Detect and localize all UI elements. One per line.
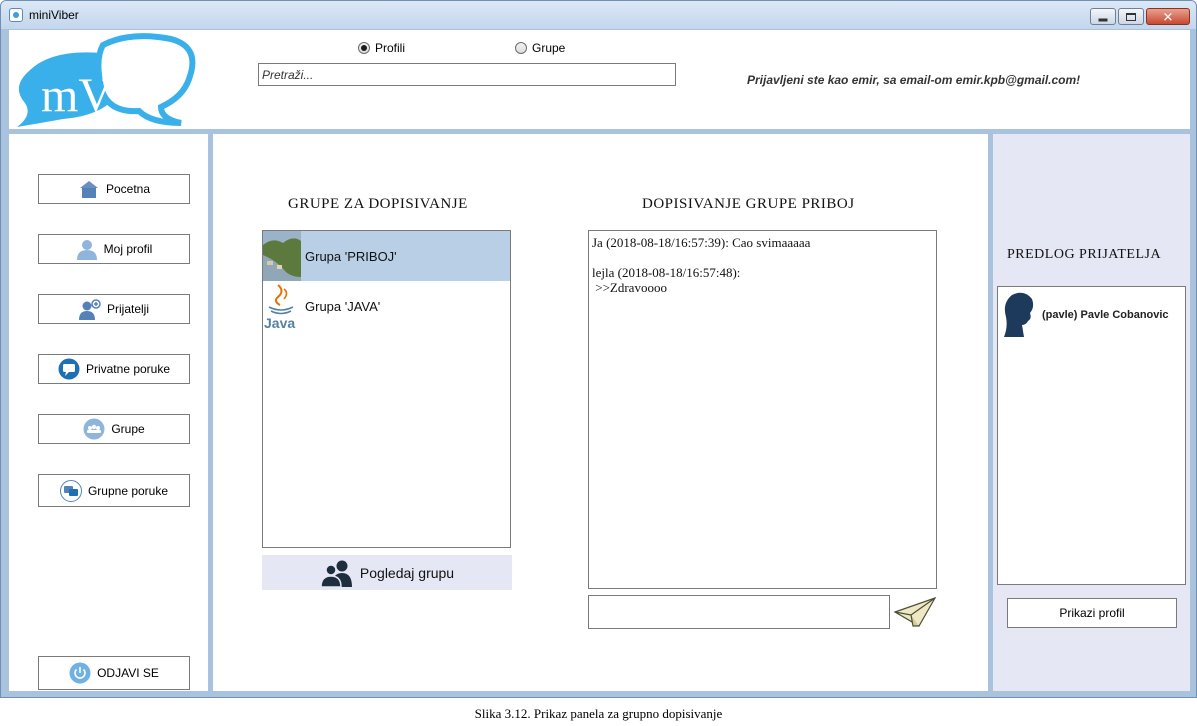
figure-caption: Slika 3.12. Prikaz panela za grupno dopi…	[474, 706, 723, 721]
chat-line: lejla (2018-08-18/16:57:48):	[592, 265, 741, 280]
suggested-friend-item[interactable]: (pavle) Pavle Cobanovic	[1002, 291, 1169, 339]
friends-icon	[78, 299, 101, 320]
show-profile-button[interactable]: Prikazi profil	[1007, 598, 1177, 628]
nav-label-privatne-poruke: Privatne poruke	[85, 362, 171, 376]
header-panel: mV Profili Grupe Prijavljeni ste kao emi…	[9, 30, 1190, 129]
chat-history[interactable]: Ja (2018-08-18/16:57:39): Cao svimaaaaa …	[588, 230, 937, 589]
radio-grupe-indicator[interactable]	[515, 42, 527, 54]
close-button[interactable]: ✕	[1146, 8, 1190, 25]
radio-grupe-label: Grupe	[532, 41, 566, 55]
group-messages-icon	[59, 479, 82, 502]
group-item-label: Grupa 'JAVA'	[305, 298, 381, 314]
nav-label-grupe: Grupe	[111, 422, 145, 436]
maximize-button[interactable]	[1118, 8, 1144, 25]
chat-bubble-icon	[58, 358, 80, 380]
nav-button-moj-profil[interactable]: Moj profil	[38, 234, 190, 264]
group-item-java[interactable]: Java Grupa 'JAVA'	[263, 281, 510, 331]
nav-label-grupne-poruke: Grupne poruke	[87, 483, 169, 498]
landscape-thumbnail	[263, 231, 301, 281]
suggested-friend-label: (pavle) Pavle Cobanovic	[1042, 309, 1169, 321]
chat-line: Ja (2018-08-18/16:57:39): Cao svimaaaaa	[592, 235, 811, 250]
groups-title: GRUPE ZA DOPISIVANJE	[288, 196, 468, 212]
close-icon: ✕	[1162, 9, 1174, 24]
search-input[interactable]	[258, 63, 676, 86]
minimize-button[interactable]	[1090, 8, 1116, 25]
nav-button-prijatelji[interactable]: Prijatelji	[38, 294, 190, 324]
chat-line: >>Zdravoooo	[592, 280, 667, 295]
profile-silhouette-icon	[1004, 292, 1034, 337]
nav-button-grupne-poruke[interactable]: Grupne poruke	[38, 474, 190, 507]
home-icon	[79, 181, 98, 198]
radio-grupe[interactable]: Grupe	[515, 41, 565, 55]
miniviber-logo: mV	[17, 33, 196, 127]
logout-label: ODJAVI SE	[97, 666, 159, 680]
nav-label-moj-profil: Moj profil	[103, 242, 153, 256]
user-icon	[76, 240, 97, 260]
group-icon	[83, 418, 105, 440]
group-item-priboj[interactable]: Grupa 'PRIBOJ'	[263, 231, 510, 281]
suggestions-title: PREDLOG PRIJATELJA	[1007, 247, 1162, 262]
chat-line	[592, 250, 933, 265]
radio-profili-label: Profili	[375, 41, 406, 55]
maximize-icon	[1126, 12, 1136, 21]
java-logo: Java	[264, 284, 295, 331]
nav-button-privatne-poruke[interactable]: Privatne poruke	[38, 354, 190, 384]
app-icon	[9, 8, 23, 22]
logout-button[interactable]: ODJAVI SE	[38, 656, 190, 690]
chat-title: DOPISIVANJE GRUPE PRIBOJ	[642, 196, 855, 212]
logo-text: mV	[41, 69, 113, 122]
paper-plane-icon	[893, 596, 937, 627]
login-status-text: Prijavljeni ste kao emir, sa email-om em…	[747, 73, 1081, 87]
suggestions-list[interactable]: (pavle) Pavle Cobanovic	[997, 286, 1186, 585]
app-window: miniViber ✕ mV Profili Grupe Prijavljeni…	[0, 0, 1197, 698]
suggestions-panel: PREDLOG PRIJATELJA (pavle) Pavle Cobanov…	[993, 134, 1190, 691]
nav-button-pocetna[interactable]: Pocetna	[38, 174, 190, 204]
main-panel: GRUPE ZA DOPISIVANJE Grupa 'PRIBOJ' Java	[213, 134, 988, 691]
title-bar: miniViber ✕	[1, 1, 1196, 29]
svg-text:Java: Java	[264, 315, 295, 331]
nav-button-grupe[interactable]: Grupe	[38, 414, 190, 444]
window-title: miniViber	[29, 8, 79, 22]
minimize-icon	[1098, 18, 1108, 21]
nav-label-prijatelji: Prijatelji	[106, 302, 149, 316]
nav-label-pocetna: Pocetna	[105, 182, 151, 196]
message-input[interactable]	[588, 595, 890, 629]
radio-profili[interactable]: Profili	[358, 41, 405, 55]
view-group-button[interactable]: Pogledaj grupu	[262, 555, 512, 590]
group-list[interactable]: Grupa 'PRIBOJ' Java Grupa 'JAVA'	[262, 230, 511, 548]
power-icon	[69, 662, 91, 684]
view-group-label: Pogledaj grupu	[359, 564, 455, 581]
radio-profili-indicator[interactable]	[358, 42, 370, 54]
group-people-icon	[320, 560, 352, 587]
group-item-label: Grupa 'PRIBOJ'	[305, 248, 397, 264]
sidebar: Pocetna Moj profil Prijatelji Privatne p…	[9, 134, 208, 691]
send-button[interactable]	[893, 596, 937, 630]
